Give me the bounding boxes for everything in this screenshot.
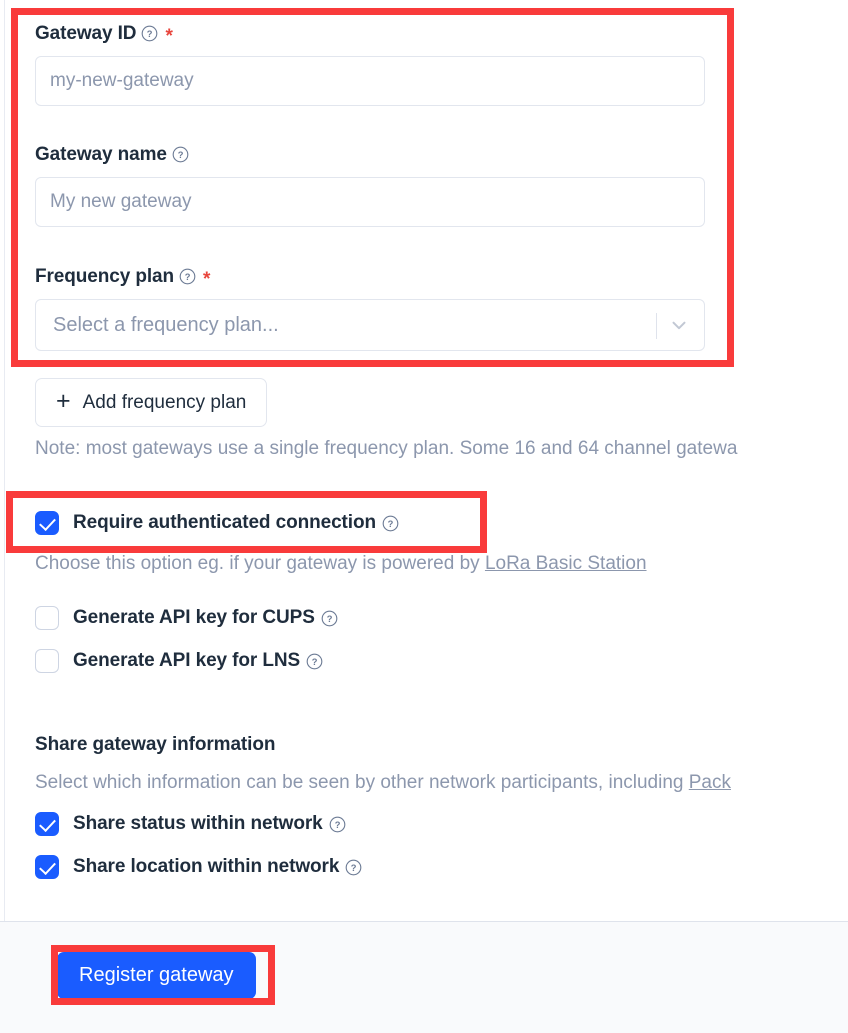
question-circle-icon[interactable]: ?: [345, 859, 362, 876]
gateway-id-input[interactable]: [35, 56, 705, 106]
generate-api-key-lns-label: Generate API key for LNS ?: [73, 650, 323, 672]
gateway-name-label-text: Gateway name: [35, 144, 167, 165]
generate-api-key-lns-checkbox[interactable]: [35, 649, 59, 673]
svg-text:?: ?: [388, 519, 394, 529]
gateway-name-field-group: Gateway name ?: [35, 145, 705, 227]
require-authenticated-connection-hint: Choose this option eg. if your gateway i…: [35, 553, 647, 575]
question-circle-icon[interactable]: ?: [172, 146, 189, 163]
gateway-id-label: Gateway ID ? *: [35, 23, 705, 47]
question-circle-icon[interactable]: ?: [329, 816, 346, 833]
auth-hint-prefix: Choose this option eg. if your gateway i…: [35, 553, 485, 574]
gateway-name-input[interactable]: [35, 177, 705, 227]
required-asterisk: *: [203, 269, 211, 290]
share-gateway-information-title: Share gateway information: [35, 734, 276, 755]
share-status-within-network-label-text: Share status within network: [73, 813, 323, 834]
gateway-id-label-text: Gateway ID: [35, 23, 137, 44]
generate-api-key-lns-label-text: Generate API key for LNS: [73, 650, 301, 671]
svg-text:?: ?: [334, 820, 340, 830]
question-circle-icon[interactable]: ?: [321, 610, 338, 627]
question-circle-icon[interactable]: ?: [382, 515, 399, 532]
svg-text:?: ?: [351, 863, 357, 873]
frequency-plan-field-group: Frequency plan ? * Select a frequency pl…: [35, 267, 705, 351]
required-asterisk: *: [165, 26, 173, 47]
generate-api-key-cups-row[interactable]: Generate API key for CUPS ?: [35, 606, 338, 630]
gateway-name-label: Gateway name ?: [35, 145, 705, 164]
generate-api-key-cups-label: Generate API key for CUPS ?: [73, 607, 338, 629]
add-frequency-plan-button[interactable]: + Add frequency plan: [35, 378, 268, 427]
share-description-prefix: Select which information can be seen by …: [35, 772, 689, 793]
question-circle-icon[interactable]: ?: [179, 268, 196, 285]
frequency-plan-label: Frequency plan ? *: [35, 266, 705, 290]
chevron-down-icon[interactable]: [668, 314, 690, 336]
form-footer: Register gateway: [0, 921, 848, 1033]
share-status-within-network-row[interactable]: Share status within network ?: [35, 812, 346, 836]
packet-broker-link[interactable]: Pack: [689, 772, 731, 793]
svg-text:?: ?: [326, 614, 332, 624]
require-authenticated-connection-label: Require authenticated connection ?: [73, 512, 399, 534]
gateway-id-field-group: Gateway ID ? *: [35, 24, 705, 106]
select-separator: [656, 313, 657, 339]
share-location-within-network-checkbox[interactable]: [35, 855, 59, 879]
require-authenticated-connection-label-text: Require authenticated connection: [73, 512, 376, 533]
generate-api-key-lns-row[interactable]: Generate API key for LNS ?: [35, 649, 323, 673]
frequency-plan-label-text: Frequency plan: [35, 266, 175, 287]
generate-api-key-cups-checkbox[interactable]: [35, 606, 59, 630]
panel-left-edge: [4, 0, 5, 921]
add-frequency-plan-label: Add frequency plan: [82, 391, 247, 413]
svg-text:?: ?: [178, 150, 184, 160]
share-location-within-network-row[interactable]: Share location within network ?: [35, 855, 362, 879]
svg-text:?: ?: [147, 29, 153, 39]
frequency-plan-note: Note: most gateways use a single frequen…: [35, 438, 738, 459]
plus-icon: +: [56, 387, 71, 415]
share-location-within-network-label: Share location within network ?: [73, 856, 362, 878]
lora-basic-station-link[interactable]: LoRa Basic Station: [485, 553, 647, 574]
share-location-within-network-label-text: Share location within network: [73, 856, 340, 877]
frequency-plan-selected-value: Select a frequency plan...: [53, 313, 279, 336]
svg-text:?: ?: [312, 657, 318, 667]
share-status-within-network-label: Share status within network ?: [73, 813, 346, 835]
frequency-plan-select[interactable]: Select a frequency plan...: [35, 299, 705, 351]
question-circle-icon[interactable]: ?: [141, 25, 158, 42]
generate-api-key-cups-label-text: Generate API key for CUPS: [73, 607, 315, 628]
register-gateway-form-screen: Gateway ID ? * Gateway name ? Frequency …: [0, 0, 848, 1033]
require-authenticated-connection-checkbox[interactable]: [35, 511, 59, 535]
question-circle-icon[interactable]: ?: [306, 653, 323, 670]
register-gateway-button[interactable]: Register gateway: [57, 952, 256, 999]
share-gateway-information-description: Select which information can be seen by …: [35, 772, 731, 794]
svg-text:?: ?: [185, 272, 191, 282]
require-authenticated-connection-row[interactable]: Require authenticated connection ?: [35, 511, 399, 535]
share-status-within-network-checkbox[interactable]: [35, 812, 59, 836]
